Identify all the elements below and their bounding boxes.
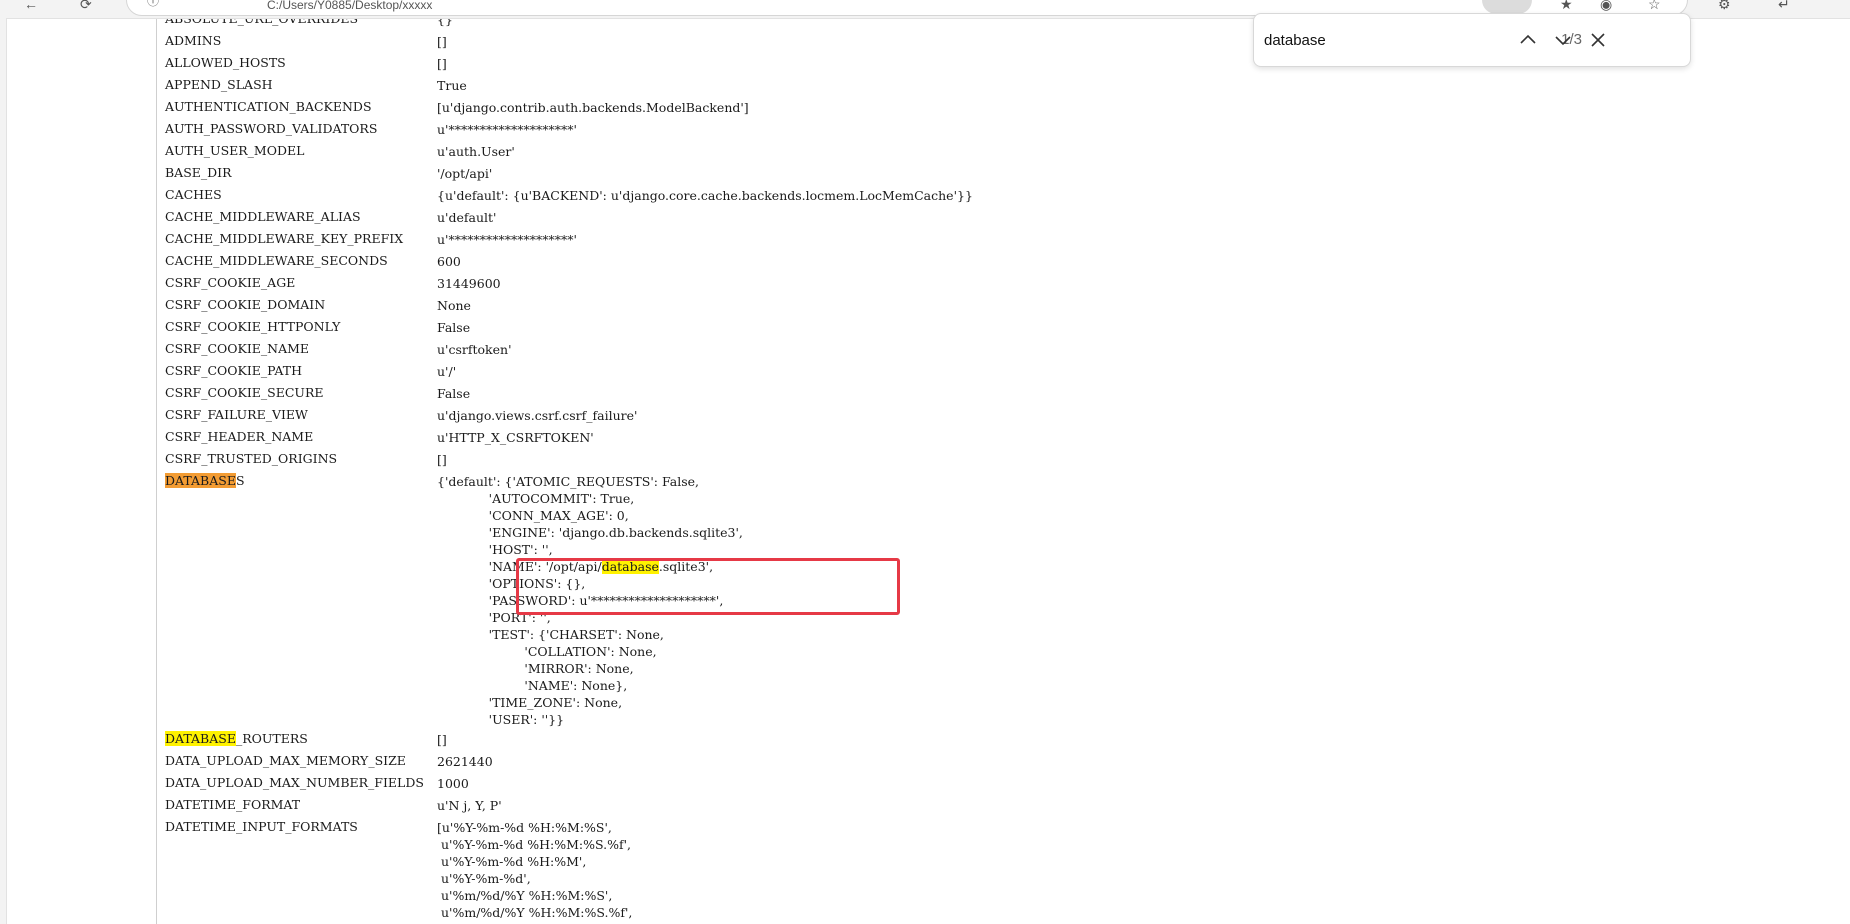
value-line: 'TEST': {'CHARSET': None, <box>437 627 664 642</box>
setting-value: 2621440 <box>437 754 493 769</box>
setting-value: [u'%Y-%m-%d %H:%M:%S', u'%Y-%m-%d %H:%M:… <box>437 819 632 921</box>
value-line: 'MIRROR': None, <box>437 661 634 676</box>
setting-key: AUTHENTICATION_BACKENDS <box>165 99 372 114</box>
value-line: u'%m/%d/%Y %H:%M:%S.%f', <box>437 905 633 920</box>
site-info-icon[interactable]: ⓘ <box>147 0 161 7</box>
back-arrow-icon[interactable]: ← <box>24 0 38 12</box>
favorite-star-icon[interactable]: ☆ <box>1648 0 1661 13</box>
value-line: u'%m/%d/%Y %H:%M:%S', <box>437 888 613 903</box>
setting-value: u'********************' <box>437 232 577 247</box>
setting-value: False <box>437 320 471 335</box>
setting-value: {} <box>437 19 453 27</box>
django-settings-table: ABSOLUTE_URL_OVERRIDES {} ADMINS [] ALLOWED_… <box>156 19 1847 924</box>
setting-value: u'csrftoken' <box>437 342 512 357</box>
value-line: 'COLLATION': None, <box>437 644 657 659</box>
value-line: 'CONN_MAX_AGE': 0, <box>437 508 629 523</box>
setting-key: DATABASE_ROUTERS <box>165 731 308 746</box>
setting-value: u'********************' <box>437 122 577 137</box>
setting-key: CSRF_COOKIE_DOMAIN <box>165 297 326 312</box>
setting-value: u'HTTP_X_CSRFTOKEN' <box>437 430 594 445</box>
setting-value: {u'default': {u'BACKEND': u'django.core.… <box>437 188 973 203</box>
setting-key: CSRF_TRUSTED_ORIGINS <box>165 451 338 466</box>
setting-value: 1000 <box>437 776 469 791</box>
settings-row-databases: DATABASES {'default': {'ATOMIC_REQUESTS'… <box>165 473 743 727</box>
setting-key: CSRF_FAILURE_VIEW <box>165 407 308 422</box>
setting-key: DATABASES <box>165 473 245 488</box>
setting-key: ABSOLUTE_URL_OVERRIDES <box>165 19 358 26</box>
annotation-highlight-box <box>516 558 900 615</box>
setting-value: [] <box>437 452 447 467</box>
setting-key: CACHES <box>165 187 222 202</box>
close-icon <box>1591 33 1605 47</box>
find-previous-button[interactable] <box>1514 26 1542 54</box>
settings-gear-icon[interactable]: ⚙ <box>1718 0 1731 13</box>
value-line: 'TIME_ZONE': None, <box>437 695 623 710</box>
setting-value: [] <box>437 732 447 747</box>
setting-value: u'/' <box>437 364 457 379</box>
setting-key: CACHE_MIDDLEWARE_SECONDS <box>165 253 388 268</box>
setting-value: False <box>437 386 471 401</box>
setting-value: [] <box>437 56 447 71</box>
setting-key: DATA_UPLOAD_MAX_MEMORY_SIZE <box>165 753 406 768</box>
value-line: [u'%Y-%m-%d %H:%M:%S', <box>437 820 612 835</box>
current-match-highlight: DATABASE <box>165 473 236 488</box>
setting-key: CACHE_MIDDLEWARE_ALIAS <box>165 209 361 224</box>
setting-value: '/opt/api' <box>437 166 493 181</box>
setting-key: AUTH_USER_MODEL <box>165 143 305 158</box>
setting-key: AUTH_PASSWORD_VALIDATORS <box>165 121 378 136</box>
setting-value: u'auth.User' <box>437 144 515 159</box>
value-line: 'AUTOCOMMIT': True, <box>437 491 635 506</box>
setting-key: CSRF_COOKIE_HTTPONLY <box>165 319 341 334</box>
setting-key: ALLOWED_HOSTS <box>165 55 286 70</box>
setting-key: DATETIME_INPUT_FORMATS <box>165 819 358 834</box>
setting-key: CSRF_HEADER_NAME <box>165 429 314 444</box>
collections-icon[interactable]: ↵ <box>1778 0 1790 13</box>
setting-value: [u'django.contrib.auth.backends.ModelBac… <box>437 100 749 115</box>
value-line: u'%Y-%m-%d %H:%M:%S.%f', <box>437 837 632 852</box>
setting-value: None <box>437 298 471 313</box>
match-highlight: DATABASE <box>165 731 236 746</box>
value-line: 'NAME': None}, <box>437 678 628 693</box>
setting-key: DATA_UPLOAD_MAX_NUMBER_FIELDS <box>165 775 424 790</box>
setting-value: 31449600 <box>437 276 501 291</box>
value-line: {'default': {'ATOMIC_REQUESTS': False, <box>437 474 700 489</box>
setting-value: True <box>437 78 467 93</box>
page-content: ABSOLUTE_URL_OVERRIDES {} ADMINS [] ALLOWED_… <box>6 18 1850 924</box>
setting-key: CSRF_COOKIE_PATH <box>165 363 303 378</box>
setting-value: u'default' <box>437 210 497 225</box>
value-line: 'ENGINE': 'django.db.backends.sqlite3', <box>437 525 743 540</box>
chevron-down-icon <box>1555 36 1571 46</box>
address-bar-url: C:/Users/Y0885/Desktop/xxxxx <box>267 0 433 12</box>
extension-icon[interactable]: ◉ <box>1600 0 1612 13</box>
chevron-up-icon <box>1520 34 1536 44</box>
setting-value: u'N j, Y, P' <box>437 798 502 813</box>
value-line: 'HOST': '', <box>437 542 553 557</box>
refresh-icon[interactable]: ⟳ <box>80 0 92 13</box>
setting-key: CSRF_COOKIE_SECURE <box>165 385 324 400</box>
setting-value: [] <box>437 34 447 49</box>
setting-value: u'django.views.csrf.csrf_failure' <box>437 408 638 423</box>
setting-key: ADMINS <box>165 33 222 48</box>
setting-key: DATETIME_FORMAT <box>165 797 301 812</box>
read-aloud-icon[interactable]: ★ <box>1560 0 1573 13</box>
find-close-button[interactable] <box>1584 26 1612 54</box>
find-input[interactable] <box>1264 29 1514 51</box>
find-in-page-bar: 1/3 <box>1253 13 1691 67</box>
settings-row-datetime-input-formats: DATETIME_INPUT_FORMATS [u'%Y-%m-%d %H:%M… <box>165 819 632 920</box>
setting-key: CACHE_MIDDLEWARE_KEY_PREFIX <box>165 231 404 246</box>
setting-key: APPEND_SLASH <box>165 77 273 92</box>
value-line: u'%Y-%m-%d', <box>437 871 531 886</box>
value-line: u'%Y-%m-%d %H:%M', <box>437 854 587 869</box>
setting-key: CSRF_COOKIE_AGE <box>165 275 296 290</box>
value-line: 'USER': ''}} <box>437 712 565 727</box>
setting-key: CSRF_COOKIE_NAME <box>165 341 310 356</box>
setting-key: BASE_DIR <box>165 165 232 180</box>
find-next-button[interactable] <box>1549 26 1577 54</box>
setting-value: 600 <box>437 254 461 269</box>
find-in-page-toolbar-button[interactable] <box>1482 0 1532 14</box>
